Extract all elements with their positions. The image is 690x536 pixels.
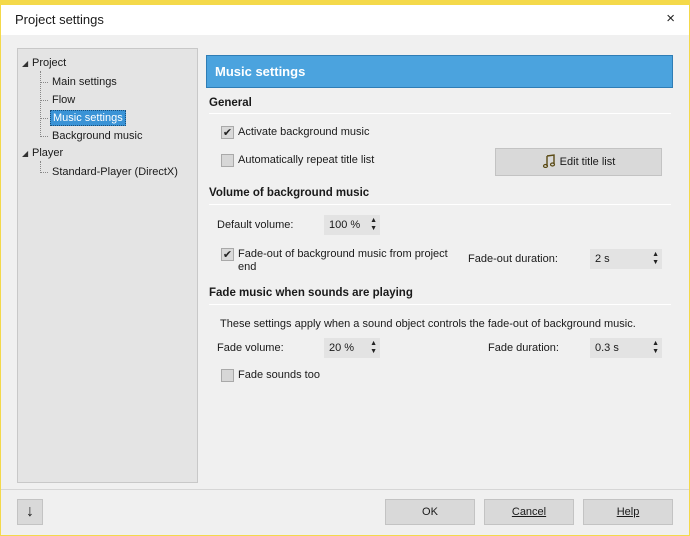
- fadeout-checkbox[interactable]: ✔ Fade-out of background music from proj…: [221, 248, 456, 274]
- divider: [209, 304, 671, 305]
- divider: [209, 113, 671, 114]
- tree-item-standard-player[interactable]: Standard-Player (DirectX): [50, 165, 180, 179]
- tree-connector: [40, 172, 48, 173]
- activate-bg-music-checkbox[interactable]: ✔ Activate background music: [221, 126, 369, 139]
- help-button[interactable]: Help: [583, 499, 673, 525]
- dialog-window: Project settings × ◢ Project Main setting…: [0, 0, 690, 536]
- fade-sounds-too-checkbox[interactable]: Fade sounds too: [221, 369, 320, 382]
- fade-duration-label: Fade duration:: [488, 342, 559, 354]
- tree-item-flow[interactable]: Flow: [50, 93, 77, 107]
- tree-connector: [40, 71, 41, 137]
- stepper-up-icon[interactable]: ▲: [370, 217, 377, 225]
- edit-title-list-button[interactable]: Edit title list: [495, 148, 662, 176]
- tree-node-label: Project: [32, 57, 67, 69]
- arrow-down-button[interactable]: ↓: [17, 499, 43, 525]
- fade-duration-stepper[interactable]: 0.3 s ▲ ▼: [590, 338, 662, 358]
- stepper-down-icon[interactable]: ▼: [370, 225, 377, 233]
- stepper-value: 20 %: [329, 342, 355, 354]
- tree-node-player[interactable]: ◢ Player: [22, 147, 63, 159]
- stepper-value: 100 %: [329, 219, 361, 231]
- tree-item-background-music[interactable]: Background music: [50, 129, 145, 143]
- tree-node-project[interactable]: ◢ Project: [22, 57, 66, 69]
- checkbox-label: Fade sounds too: [238, 369, 320, 381]
- checkbox-label: Automatically repeat title list: [238, 154, 375, 166]
- fadeout-duration-label: Fade-out duration:: [468, 253, 558, 265]
- footer-divider: [1, 489, 689, 490]
- stepper-down-icon[interactable]: ▼: [370, 348, 377, 356]
- section-volume-title: Volume of background music: [209, 187, 370, 199]
- stepper-arrows[interactable]: ▲ ▼: [370, 217, 377, 233]
- collapse-icon[interactable]: ◢: [22, 149, 32, 158]
- stepper-down-icon[interactable]: ▼: [652, 348, 659, 356]
- check-icon[interactable]: ✔: [221, 248, 234, 261]
- fade-volume-label: Fade volume:: [217, 342, 284, 354]
- stepper-up-icon[interactable]: ▲: [652, 340, 659, 348]
- stepper-value: 0.3 s: [595, 342, 619, 354]
- close-button[interactable]: ×: [666, 10, 675, 27]
- tree-connector: [40, 100, 48, 101]
- ok-button[interactable]: OK: [385, 499, 475, 525]
- cancel-button[interactable]: Cancel: [484, 499, 574, 525]
- tree-item-music-settings[interactable]: Music settings: [50, 110, 126, 126]
- divider: [209, 204, 671, 205]
- window-title: Project settings: [15, 12, 104, 27]
- checkbox-label: Activate background music: [238, 126, 370, 138]
- fade-description: These settings apply when a sound object…: [220, 318, 636, 330]
- stepper-arrows[interactable]: ▲ ▼: [652, 340, 659, 356]
- stepper-value: 2 s: [595, 253, 610, 265]
- page-title: Music settings: [206, 55, 673, 88]
- tree-connector: [40, 118, 48, 119]
- auto-repeat-checkbox[interactable]: Automatically repeat title list: [221, 154, 374, 167]
- checkbox-label: Fade-out of background music from projec…: [238, 248, 448, 273]
- tree-node-label: Player: [32, 147, 64, 159]
- title-bar: Project settings ×: [1, 5, 689, 35]
- music-note-icon: [542, 153, 556, 171]
- checkbox-box[interactable]: [221, 154, 234, 167]
- stepper-up-icon[interactable]: ▲: [370, 340, 377, 348]
- stepper-arrows[interactable]: ▲ ▼: [652, 251, 659, 267]
- checkbox-box[interactable]: [221, 369, 234, 382]
- tree-connector: [40, 82, 48, 83]
- tree-connector: [40, 136, 48, 137]
- arrow-down-icon: ↓: [26, 503, 34, 520]
- check-icon[interactable]: ✔: [221, 126, 234, 139]
- stepper-arrows[interactable]: ▲ ▼: [370, 340, 377, 356]
- fade-volume-stepper[interactable]: 20 % ▲ ▼: [324, 338, 380, 358]
- default-volume-label: Default volume:: [217, 219, 294, 231]
- button-label: Edit title list: [559, 156, 616, 168]
- collapse-icon[interactable]: ◢: [22, 59, 32, 68]
- default-volume-stepper[interactable]: 100 % ▲ ▼: [324, 215, 380, 235]
- section-fade-title: Fade music when sounds are playing: [209, 287, 413, 299]
- fadeout-duration-stepper[interactable]: 2 s ▲ ▼: [590, 249, 662, 269]
- tree-item-main-settings[interactable]: Main settings: [50, 75, 119, 89]
- stepper-up-icon[interactable]: ▲: [652, 251, 659, 259]
- section-general-title: General: [209, 97, 252, 109]
- settings-tree: ◢ Project Main settings Flow Music settin…: [17, 48, 198, 483]
- stepper-down-icon[interactable]: ▼: [652, 259, 659, 267]
